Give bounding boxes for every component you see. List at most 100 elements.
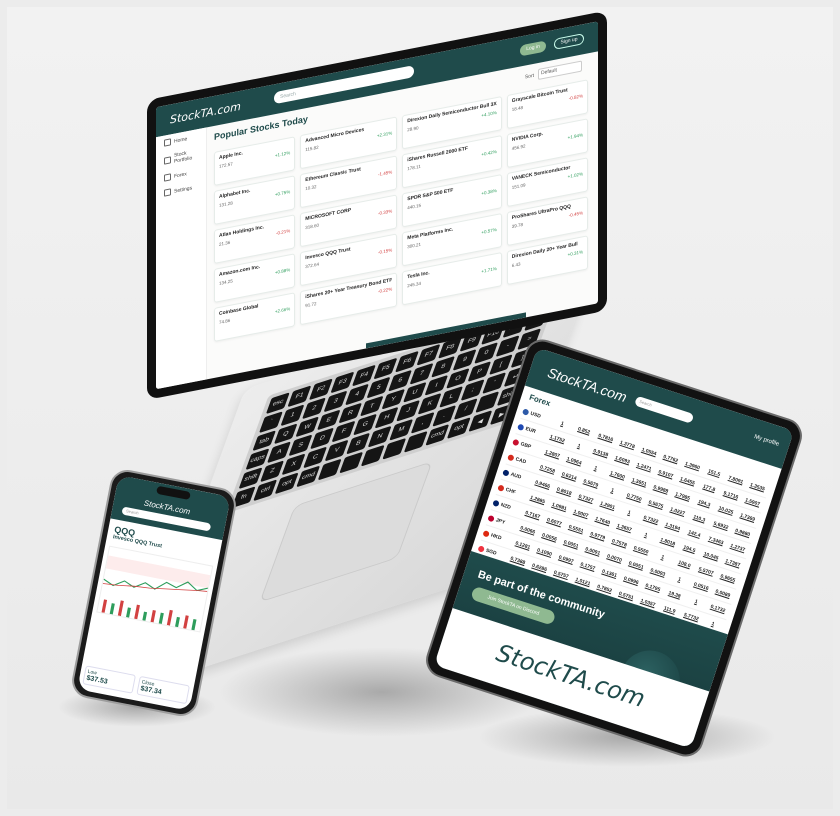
rate-cell[interactable]: 0.7327 [574,492,598,505]
rate-cell[interactable]: 1.7985 [671,490,695,503]
rate-cell[interactable]: 0.0051 [559,538,583,551]
rate-cell[interactable]: 9.1716 [719,489,743,502]
rate-cell[interactable]: 1.5907 [741,496,765,509]
rate-cell[interactable]: 0.7750 [622,491,646,504]
rate-cell[interactable]: 0.0070 [603,552,627,565]
rate-cell[interactable]: 177.8 [697,482,721,495]
rate-cell[interactable]: 1.0007 [569,507,593,520]
rate-cell[interactable]: 0.6214 [557,470,581,483]
rate-cell[interactable]: 1.6093 [611,453,635,466]
rate-cell[interactable]: 0.0051 [624,559,648,572]
rate-cell[interactable]: 1 [567,439,591,452]
rate-cell[interactable]: 7.3463 [704,534,728,547]
rate-cell[interactable]: 194.3 [692,497,716,510]
rate-cell[interactable]: 1.0227 [666,505,690,518]
rate-cell[interactable]: 1 [584,462,608,475]
search-input[interactable]: Search [634,395,695,424]
signup-button[interactable]: Sign up [554,33,584,50]
rate-cell[interactable]: 110.3 [688,512,712,525]
keyboard-key[interactable]: ctrl [253,479,278,502]
rate-cell[interactable]: 0.1795 [641,581,665,594]
rate-cell[interactable]: 0.5679 [579,477,603,490]
rate-cell[interactable]: 0.7816 [594,431,618,444]
rate-cell[interactable]: 1 [651,551,675,564]
rate-cell[interactable]: 1.2807 [541,448,565,461]
rate-cell[interactable]: 1.7600 [606,469,630,482]
rate-cell[interactable]: 1.3960 [681,459,705,472]
rate-cell[interactable]: 1.6455 [676,475,700,488]
rate-cell[interactable]: 1.3778 [616,438,640,451]
rate-cell[interactable]: 0.9138 [589,446,613,459]
rate-cell[interactable]: 1 [634,528,658,541]
keyboard-key[interactable] [382,438,407,460]
rate-cell[interactable]: 0.5550 [629,544,653,557]
rate-cell[interactable]: 1.3657 [613,521,637,534]
rate-cell[interactable]: 0.5551 [564,522,588,535]
rate-cell[interactable]: 0.0996 [619,574,643,587]
rate-cell[interactable]: 1.2471 [632,460,656,473]
rate-cell[interactable]: 1.0981 [548,500,572,513]
rate-cell[interactable]: 10.045 [699,550,723,563]
rate-cell[interactable]: 10.025 [714,504,738,517]
rate-cell[interactable]: 0.9988 [649,483,673,496]
rate-cell[interactable]: 0.7762 [659,452,683,465]
rate-cell[interactable]: 19.38 [663,588,687,601]
rate-cell[interactable]: 0.1732 [706,602,730,615]
rate-cell[interactable]: 1 [685,595,709,608]
rate-cell[interactable]: 0.7322 [639,513,663,526]
rate-cell[interactable]: 0.0056 [538,531,562,544]
rate-cell[interactable]: 194.5 [678,542,702,555]
keyboard-key[interactable]: cmd [425,424,450,446]
rate-cell[interactable]: 0.0066 [516,524,540,537]
rate-cell[interactable]: 1.2885 [526,493,550,506]
keyboard-key[interactable] [339,451,364,474]
keyboard-key[interactable]: opt [274,472,299,495]
keyboard-key[interactable]: ◀ [468,410,493,432]
rate-cell[interactable]: 1.3535 [746,480,770,493]
rate-cell[interactable]: 0.9779 [586,530,610,543]
rate-cell[interactable]: 0.9880 [731,526,755,539]
keyboard-key[interactable] [403,431,428,453]
rate-cell[interactable]: 1.0554 [637,445,661,458]
rate-cell[interactable]: 0.0091 [581,545,605,558]
rate-cell[interactable]: 1.3194 [661,520,685,533]
keyboard-key[interactable]: cmd [296,465,321,488]
rate-cell[interactable]: 0.1757 [576,560,600,573]
rate-cell[interactable]: 1 [551,417,575,430]
sort-select[interactable]: Default [538,60,582,80]
rate-cell[interactable]: 1.1752 [546,432,570,445]
rate-cell[interactable]: 0.0516 [689,580,713,593]
rate-cell[interactable]: 0.0093 [646,566,670,579]
rate-cell[interactable]: 5.6932 [709,519,733,532]
rate-cell[interactable]: 1.2737 [726,541,750,554]
rate-cell[interactable]: 0.1361 [598,567,622,580]
rate-cell[interactable]: 5.5707 [694,565,718,578]
rate-cell[interactable]: 0.1281 [511,539,535,552]
price-chart[interactable] [96,545,214,633]
rate-cell[interactable]: 0.5675 [644,498,668,511]
rate-cell[interactable]: 1.8018 [656,535,680,548]
rate-cell[interactable]: 0.6077 [543,515,567,528]
rate-cell[interactable]: 0.852 [572,424,596,437]
rate-cell[interactable]: 1.0964 [562,455,586,468]
rate-cell[interactable]: 1 [601,484,625,497]
rate-cell[interactable]: 151.5 [702,466,726,479]
profile-link[interactable]: My profile [753,434,780,448]
rate-cell[interactable]: 142.4 [683,527,707,540]
rate-cell[interactable]: 1.2901 [596,499,620,512]
keyboard-key[interactable] [360,444,385,467]
rate-cell[interactable]: 108.0 [673,558,697,571]
rate-cell[interactable]: 1.7640 [591,514,615,527]
rate-cell[interactable]: 1.3651 [627,476,651,489]
rate-cell[interactable]: 1 [668,573,692,586]
rate-cell[interactable]: 1.7387 [721,557,745,570]
rate-cell[interactable]: 7.8091 [724,473,748,486]
rate-cell[interactable]: 0.0997 [554,553,578,566]
rate-cell[interactable]: 0.7258 [536,463,560,476]
rate-cell[interactable]: 0.9107 [654,468,678,481]
login-button[interactable]: Log in [520,40,546,57]
rate-cell[interactable]: 0.1090 [533,546,557,559]
rate-cell[interactable]: 0.9466 [531,478,555,491]
rate-cell[interactable]: 0.7578 [608,537,632,550]
rate-cell[interactable]: 0.7167 [521,508,545,521]
